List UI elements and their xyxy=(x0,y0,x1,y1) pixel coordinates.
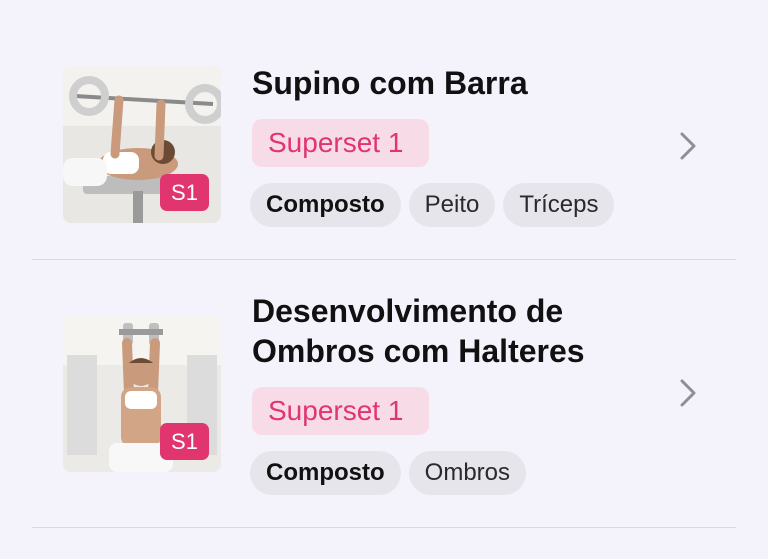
tag-chip: Ombros xyxy=(408,451,527,495)
tag-list: Composto Peito Tríceps xyxy=(250,183,615,227)
superset-badge: S1 xyxy=(160,174,209,211)
superset-tag: Superset 1 xyxy=(252,387,429,435)
exercise-list: S1 Supino com Barra Superset 1 Composto … xyxy=(0,0,768,559)
tag-chip: Composto xyxy=(250,183,401,227)
tag-chip: Peito xyxy=(408,183,496,227)
superset-badge: S1 xyxy=(160,423,209,460)
exercise-thumbnail: S1 xyxy=(63,66,221,223)
exercise-title: Supino com Barra xyxy=(252,65,528,101)
tag-chip: Composto xyxy=(250,451,401,495)
exercise-thumbnail: S1 xyxy=(63,315,221,472)
tag-chip: Tríceps xyxy=(503,183,615,227)
exercise-row-desenvolvimento[interactable]: S1 Desenvolvimento de Ombros com Haltere… xyxy=(0,260,768,528)
chevron-right-icon[interactable] xyxy=(678,378,698,408)
exercise-row-supino[interactable]: S1 Supino com Barra Superset 1 Composto … xyxy=(0,0,768,260)
tag-list: Composto Ombros xyxy=(250,451,527,495)
row-divider xyxy=(32,527,736,528)
chevron-right-icon[interactable] xyxy=(678,131,698,161)
superset-tag: Superset 1 xyxy=(252,119,429,167)
exercise-title: Desenvolvimento de Ombros com Halteres xyxy=(252,293,585,369)
